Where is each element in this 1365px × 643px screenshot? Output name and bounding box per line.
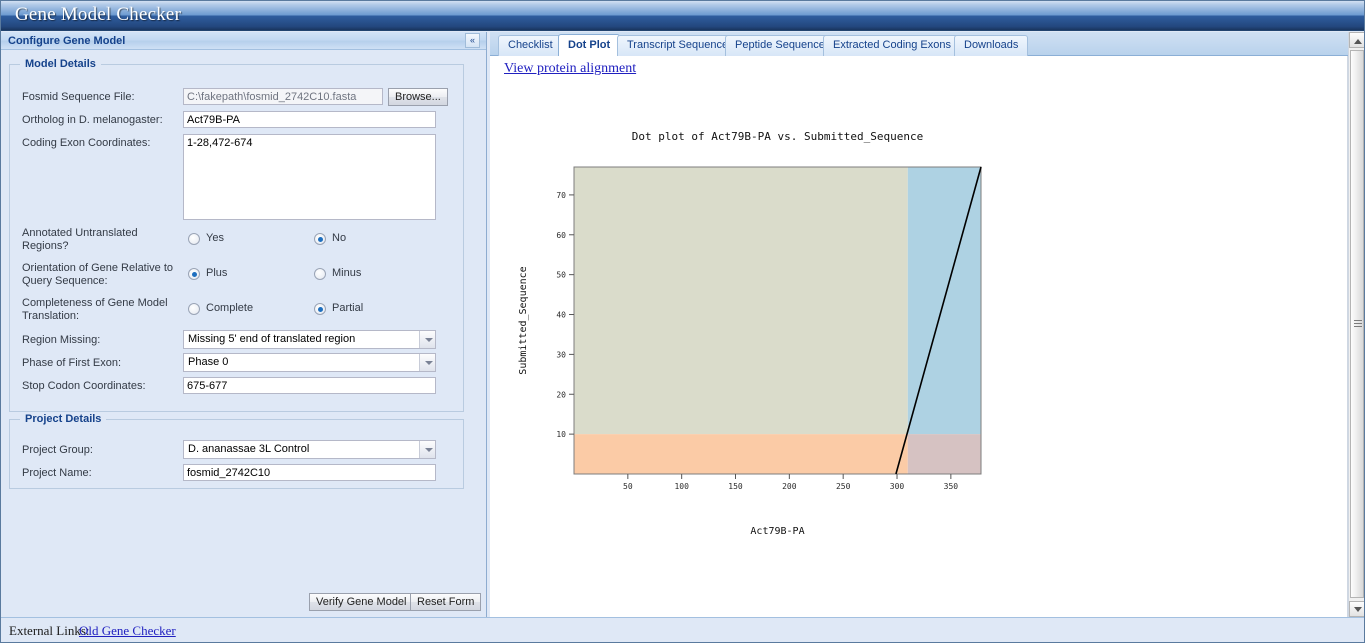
project-group-value: D. ananassae 3L Control bbox=[188, 443, 310, 455]
dot-plot-canvas: View protein alignment 50 100 150 200 250 300… bbox=[490, 56, 1348, 617]
fosmid-file-input[interactable] bbox=[183, 88, 383, 105]
plot-region-lower-left-missing bbox=[574, 434, 908, 474]
orientation-plus-label: Plus bbox=[206, 267, 228, 279]
external-links-label: External Links: bbox=[9, 623, 90, 638]
scroll-down-arrow-icon[interactable] bbox=[1349, 601, 1364, 617]
x-tick-label: 50 bbox=[623, 482, 633, 491]
gene-model-checker-window: Gene Model Checker Configure Gene Model … bbox=[0, 0, 1365, 643]
x-tick-label: 150 bbox=[728, 482, 743, 491]
tab-dot-plot[interactable]: Dot Plot bbox=[558, 34, 621, 57]
x-tick-label: 250 bbox=[836, 482, 851, 491]
project-group-label: Project Group: bbox=[22, 444, 93, 456]
fosmid-file-label: Fosmid Sequence File: bbox=[22, 91, 135, 103]
annotated-utr-label: Annotated Untranslated Regions? bbox=[22, 227, 138, 252]
coding-exon-coordinates-textarea[interactable]: 1-28,472-674 bbox=[183, 134, 436, 220]
completeness-label: Completeness of Gene Model Translation: bbox=[22, 297, 168, 322]
y-tick-label: 40 bbox=[556, 311, 566, 320]
utr-no-label: No bbox=[332, 232, 347, 244]
chart-title: Dot plot of Act79B-PA vs. Submitted_Sequ… bbox=[632, 130, 923, 143]
x-axis-label: Act79B-PA bbox=[750, 526, 804, 537]
window-title: Gene Model Checker bbox=[15, 4, 182, 25]
phase-first-exon-label: Phase of First Exon: bbox=[22, 357, 122, 369]
project-details-legend: Project Details bbox=[20, 413, 107, 425]
y-tick-label: 10 bbox=[556, 430, 566, 439]
y-tick-label: 30 bbox=[556, 350, 566, 359]
project-group-select[interactable]: D. ananassae 3L Control bbox=[183, 440, 436, 459]
orientation-minus-radio[interactable] bbox=[314, 268, 326, 280]
y-tick-label: 50 bbox=[556, 271, 566, 280]
panel-header: Configure Gene Model « bbox=[1, 32, 486, 50]
collapse-panel-icon[interactable]: « bbox=[465, 33, 480, 48]
configure-gene-model-panel: Configure Gene Model « Model Details Fos… bbox=[1, 32, 487, 617]
project-name-label: Project Name: bbox=[22, 467, 92, 479]
project-details-fieldset: Project Details Project Group: D. ananas… bbox=[9, 413, 464, 489]
results-panel: Checklist Dot Plot Transcript Sequence P… bbox=[490, 32, 1364, 617]
tab-transcript-sequence[interactable]: Transcript Sequence bbox=[617, 35, 739, 56]
ortholog-input[interactable] bbox=[183, 111, 436, 128]
chevron-down-icon[interactable] bbox=[419, 331, 435, 348]
region-missing-value: Missing 5' end of translated region bbox=[188, 333, 356, 345]
utr-yes-radio[interactable] bbox=[188, 233, 200, 245]
utr-no-radio[interactable] bbox=[314, 233, 326, 245]
y-tick-label: 20 bbox=[556, 390, 566, 399]
chevron-down-icon[interactable] bbox=[419, 354, 435, 371]
y-tick-label: 60 bbox=[556, 231, 566, 240]
orientation-plus-radio[interactable] bbox=[188, 268, 200, 280]
completeness-partial-radio[interactable] bbox=[314, 303, 326, 315]
completeness-complete-label: Complete bbox=[206, 302, 254, 314]
y-tick-label: 70 bbox=[556, 191, 566, 200]
dot-plot-figure: 50 100 150 200 250 300 350 10 20 30 40 50 60 70 Dot pl… bbox=[518, 130, 982, 537]
old-gene-checker-link[interactable]: Old Gene Checker bbox=[79, 623, 176, 639]
coding-exon-coordinates-label: Coding Exon Coordinates: bbox=[22, 137, 151, 149]
project-name-input[interactable] bbox=[183, 464, 436, 481]
utr-yes-label: Yes bbox=[206, 232, 224, 244]
window-titlebar: Gene Model Checker bbox=[1, 1, 1364, 31]
model-details-legend: Model Details bbox=[20, 58, 101, 70]
completeness-complete-radio[interactable] bbox=[188, 303, 200, 315]
tab-extracted-coding-exons[interactable]: Extracted Coding Exons bbox=[823, 35, 962, 56]
orientation-minus-label: Minus bbox=[332, 267, 362, 279]
x-tick-label: 100 bbox=[674, 482, 689, 491]
browse-button[interactable]: Browse... bbox=[388, 88, 448, 106]
region-missing-label: Region Missing: bbox=[22, 334, 101, 346]
verify-gene-model-button[interactable]: Verify Gene Model bbox=[309, 593, 414, 611]
stop-codon-label: Stop Codon Coordinates: bbox=[22, 380, 146, 392]
x-tick-label: 200 bbox=[782, 482, 797, 491]
region-missing-select[interactable]: Missing 5' end of translated region bbox=[183, 330, 436, 349]
y-axis-label: Submitted_Sequence bbox=[518, 266, 529, 374]
model-details-fieldset: Model Details Fosmid Sequence File: Brow… bbox=[9, 58, 464, 412]
phase-first-exon-value: Phase 0 bbox=[188, 356, 229, 368]
tab-strip: Checklist Dot Plot Transcript Sequence P… bbox=[490, 32, 1364, 57]
phase-first-exon-select[interactable]: Phase 0 bbox=[183, 353, 436, 372]
tab-checklist[interactable]: Checklist bbox=[498, 35, 563, 56]
ortholog-label: Ortholog in D. melanogaster: bbox=[22, 114, 163, 126]
x-tick-label: 300 bbox=[890, 482, 905, 491]
tab-peptide-sequence[interactable]: Peptide Sequence bbox=[725, 35, 835, 56]
tab-downloads[interactable]: Downloads bbox=[954, 35, 1029, 56]
footer-bar: External Links: Old Gene Checker bbox=[1, 617, 1364, 642]
reset-form-button[interactable]: Reset Form bbox=[410, 593, 482, 611]
completeness-partial-label: Partial bbox=[332, 302, 364, 314]
plot-region-upper-left-unaligned bbox=[574, 167, 908, 435]
scrollbar-thumb[interactable] bbox=[1350, 50, 1364, 598]
orientation-label: Orientation of Gene Relative to Query Se… bbox=[22, 262, 174, 287]
x-tick-label: 350 bbox=[944, 482, 959, 491]
plot-region-lower-right-overlap bbox=[907, 434, 981, 474]
vertical-scrollbar[interactable] bbox=[1348, 32, 1364, 617]
chevron-down-icon[interactable] bbox=[419, 441, 435, 458]
scrollbar-grip-icon bbox=[1354, 320, 1362, 328]
form-action-bar: Verify Gene Model Reset Form bbox=[1, 589, 487, 617]
panel-header-label: Configure Gene Model bbox=[8, 35, 126, 47]
scroll-up-arrow-icon[interactable] bbox=[1349, 32, 1364, 48]
stop-codon-input[interactable] bbox=[183, 377, 436, 394]
